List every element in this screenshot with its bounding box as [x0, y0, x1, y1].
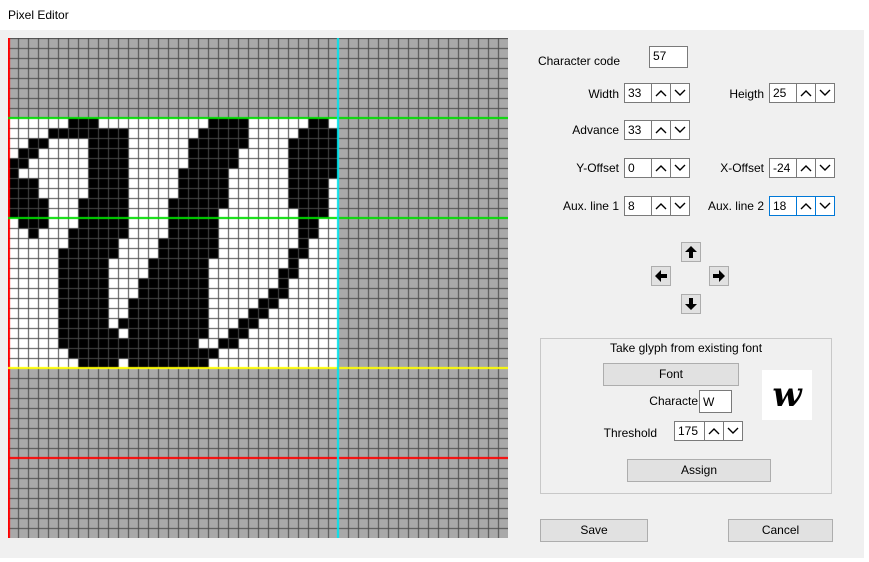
advance-input[interactable]: 33 — [624, 120, 652, 140]
window-title: Pixel Editor — [8, 8, 69, 22]
threshold-down-button[interactable] — [723, 421, 743, 441]
y-offset-down-button[interactable] — [670, 158, 690, 178]
x-offset-up-button[interactable] — [796, 158, 816, 178]
chevron-down-icon — [674, 126, 686, 133]
aux-line-2-input[interactable]: 18 — [769, 196, 797, 216]
chevron-up-icon — [708, 428, 720, 435]
group-title: Take glyph from existing font — [609, 341, 763, 355]
chevron-down-icon — [674, 89, 686, 96]
chevron-up-icon — [655, 127, 667, 134]
chevron-up-icon — [655, 165, 667, 172]
pixel-canvas[interactable] — [8, 38, 508, 538]
chevron-down-icon — [674, 164, 686, 171]
width-input[interactable]: 33 — [624, 83, 652, 103]
character-code-input[interactable]: 57 — [649, 46, 688, 68]
character-label: Characte — [649, 394, 698, 408]
y-offset-label: Y-Offset — [576, 161, 619, 175]
arrow-left-icon — [655, 270, 667, 282]
x-offset-down-button[interactable] — [815, 158, 835, 178]
chevron-down-icon — [819, 89, 831, 96]
character-code-label: Character code — [537, 54, 620, 68]
font-button[interactable]: Font — [603, 363, 739, 386]
chevron-down-icon — [727, 427, 739, 434]
threshold-label: Threshold — [603, 426, 657, 440]
aux-line-1-down-button[interactable] — [670, 196, 690, 216]
y-offset-input[interactable]: 0 — [624, 158, 652, 178]
advance-up-button[interactable] — [651, 120, 671, 140]
window-edge — [864, 0, 869, 562]
save-button[interactable]: Save — [540, 519, 648, 542]
aux-line-2-down-button[interactable] — [815, 196, 835, 216]
width-label: Width — [588, 87, 619, 101]
advance-down-button[interactable] — [670, 120, 690, 140]
height-label: Heigth — [729, 87, 764, 101]
width-down-button[interactable] — [670, 83, 690, 103]
arrow-right-icon — [713, 270, 725, 282]
aux-line-1-input[interactable]: 8 — [624, 196, 652, 216]
aux-line-2-up-button[interactable] — [796, 196, 816, 216]
x-offset-label: X-Offset — [720, 161, 764, 175]
assign-button[interactable]: Assign — [627, 459, 771, 482]
chevron-down-icon — [819, 164, 831, 171]
arrow-up-icon — [685, 246, 697, 258]
aux-line-1-label: Aux. line 1 — [562, 199, 619, 213]
pixel-grid[interactable] — [8, 38, 508, 538]
y-offset-up-button[interactable] — [651, 158, 671, 178]
shift-down-button[interactable] — [681, 294, 701, 314]
height-down-button[interactable] — [815, 83, 835, 103]
threshold-up-button[interactable] — [704, 421, 724, 441]
aux-line-2-label: Aux. line 2 — [707, 199, 764, 213]
shift-up-button[interactable] — [681, 242, 701, 262]
chevron-up-icon — [800, 203, 812, 210]
chevron-up-icon — [800, 90, 812, 97]
threshold-input[interactable]: 175 — [674, 421, 705, 441]
shift-left-button[interactable] — [651, 266, 671, 286]
shift-right-button[interactable] — [709, 266, 729, 286]
chevron-down-icon — [819, 202, 831, 209]
chevron-up-icon — [655, 203, 667, 210]
x-offset-input[interactable]: -24 — [769, 158, 797, 178]
character-input[interactable]: W — [699, 390, 732, 413]
chevron-up-icon — [655, 90, 667, 97]
aux-line-1-up-button[interactable] — [651, 196, 671, 216]
glyph-preview: w — [762, 370, 812, 420]
title-bar: Pixel Editor — [0, 0, 864, 30]
advance-label: Advance — [572, 123, 619, 137]
chevron-down-icon — [674, 202, 686, 209]
window-edge-bottom — [0, 558, 869, 562]
height-up-button[interactable] — [796, 83, 816, 103]
width-up-button[interactable] — [651, 83, 671, 103]
cancel-button[interactable]: Cancel — [728, 519, 833, 542]
arrow-down-icon — [685, 298, 697, 310]
chevron-up-icon — [800, 165, 812, 172]
height-input[interactable]: 25 — [769, 83, 797, 103]
